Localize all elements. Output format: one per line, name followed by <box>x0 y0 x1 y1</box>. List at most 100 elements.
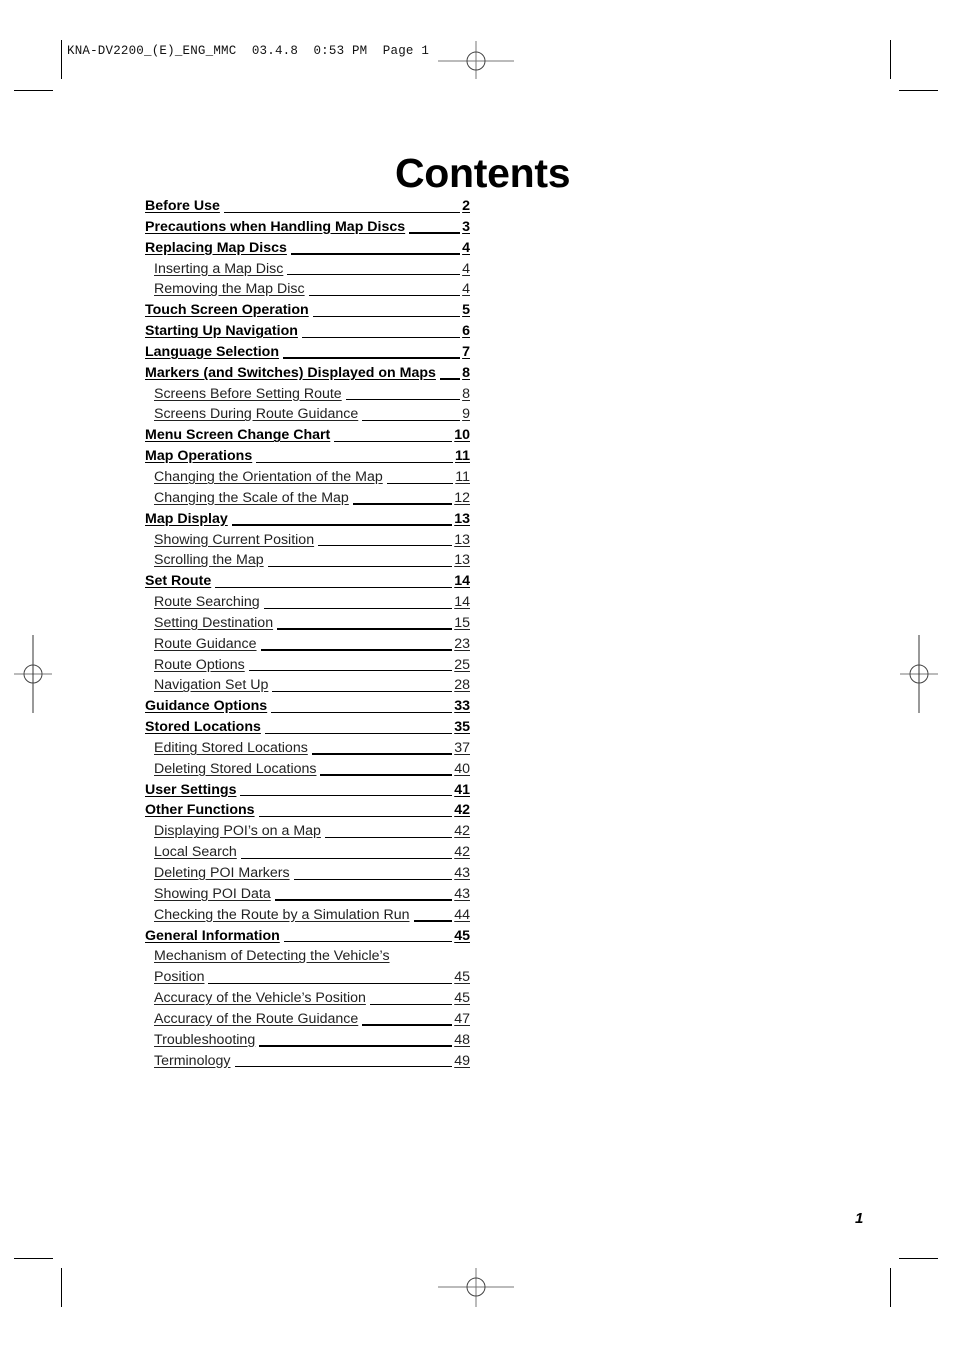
toc-entry-page[interactable]: 25 <box>452 654 470 675</box>
toc-entry-label[interactable]: Map Operations <box>145 446 257 467</box>
toc-subsection[interactable]: Route Guidance 23 <box>145 633 470 655</box>
toc-subsection[interactable]: Route Options 25 <box>145 654 470 676</box>
toc-entry-label[interactable]: Changing the Scale of the Map <box>154 487 353 508</box>
toc-entry-page[interactable]: 45 <box>452 988 470 1009</box>
toc-subsection[interactable]: Showing Current Position 13 <box>145 529 470 551</box>
toc-section[interactable]: Menu Screen Change Chart 10 <box>145 425 470 446</box>
toc-entry-label[interactable]: Showing Current Position <box>154 529 319 550</box>
toc-subsection[interactable]: Accuracy of the Vehicle’s Position 45 <box>145 988 470 1009</box>
toc-subsection[interactable]: Accuracy of the Route Guidance 47 <box>145 1008 470 1030</box>
toc-subsection[interactable]: Deleting Stored Locations 40 <box>145 758 470 780</box>
toc-entry-label[interactable]: Changing the Orientation of the Map <box>154 466 387 487</box>
toc-entry-label[interactable]: Language Selection <box>145 341 284 362</box>
toc-entry-label[interactable]: Guidance Options <box>145 696 272 717</box>
toc-entry-page[interactable]: 37 <box>452 737 470 758</box>
toc-entry-page[interactable]: 47 <box>452 1008 470 1029</box>
toc-entry-label[interactable]: Set Route <box>145 571 216 592</box>
toc-entry-label[interactable]: Deleting POI Markers <box>154 863 294 883</box>
toc-entry-page[interactable]: 14 <box>452 592 470 613</box>
toc-section[interactable]: Language Selection 7 <box>145 341 470 363</box>
toc-entry-page[interactable]: 44 <box>452 904 470 925</box>
toc-section[interactable]: Precautions when Handling Map Discs 3 <box>145 216 470 238</box>
toc-entry-label[interactable]: Route Guidance <box>154 633 261 654</box>
toc-entry-label[interactable]: Setting Destination <box>154 612 278 633</box>
toc-entry-page[interactable]: 8 <box>460 362 470 383</box>
toc-subsection[interactable]: Terminology 49 <box>145 1050 470 1072</box>
toc-section[interactable]: Map Operations 11 <box>145 446 470 467</box>
toc-entry-page[interactable]: 9 <box>460 404 470 425</box>
toc-subsection[interactable]: Local Search 42 <box>145 842 470 863</box>
toc-entry-label[interactable]: Menu Screen Change Chart <box>145 425 335 446</box>
toc-entry-label[interactable]: Removing the Map Disc <box>154 279 309 300</box>
toc-entry-page[interactable]: 45 <box>452 967 470 988</box>
toc-entry-page[interactable]: 4 <box>460 279 470 300</box>
toc-subsection[interactable]: Setting Destination 15 <box>145 612 470 634</box>
toc-subsection[interactable]: Editing Stored Locations 37 <box>145 737 470 759</box>
toc-entry-label[interactable]: Before Use <box>145 196 224 216</box>
toc-subsection[interactable]: Changing the Scale of the Map 12 <box>145 487 470 509</box>
toc-entry-label[interactable]: Map Display <box>145 508 232 529</box>
toc-entry-label[interactable]: Inserting a Map Disc <box>154 258 288 279</box>
toc-subsection[interactable]: Troubleshooting 48 <box>145 1029 470 1051</box>
toc-entry-label[interactable]: Scrolling the Map <box>154 550 268 571</box>
toc-entry-page[interactable]: 7 <box>460 341 470 362</box>
toc-entry-label[interactable]: Route Searching <box>154 592 264 613</box>
toc-subsection[interactable]: Scrolling the Map 13 <box>145 550 470 571</box>
toc-subsection[interactable]: Showing POI Data 43 <box>145 883 470 905</box>
toc-section[interactable]: Before Use 2 <box>145 196 470 217</box>
toc-entry-page[interactable]: 4 <box>460 237 470 258</box>
toc-entry-page[interactable]: 10 <box>452 425 470 446</box>
toc-subsection[interactable]: Position 45 <box>145 967 470 988</box>
toc-section[interactable]: User Settings 41 <box>145 779 470 801</box>
toc-entry-label[interactable]: User Settings <box>145 779 241 800</box>
toc-entry-label[interactable]: Screens During Route Guidance <box>154 404 363 425</box>
toc-entry-page[interactable]: 33 <box>452 696 470 717</box>
toc-section[interactable]: Replacing Map Discs 4 <box>145 237 470 259</box>
toc-entry-page[interactable]: 6 <box>460 321 470 342</box>
toc-entry-label[interactable]: Touch Screen Operation <box>145 300 313 321</box>
toc-section[interactable]: Map Display 13 <box>145 508 470 530</box>
toc-subsection[interactable]: Removing the Map Disc 4 <box>145 279 470 300</box>
toc-entry-page[interactable]: 23 <box>452 633 470 654</box>
toc-section[interactable]: Stored Locations 35 <box>145 717 470 738</box>
toc-entry-label[interactable]: Terminology <box>154 1050 235 1071</box>
toc-subsection[interactable]: Deleting POI Markers 43 <box>145 863 470 884</box>
toc-entry-page[interactable]: 35 <box>452 717 470 738</box>
toc-subsection[interactable]: Screens Before Setting Route 8 <box>145 383 470 405</box>
toc-entry-label[interactable]: Showing POI Data <box>154 883 275 904</box>
toc-entry-label[interactable]: Deleting Stored Locations <box>154 758 321 779</box>
toc-subsection[interactable]: Screens During Route Guidance 9 <box>145 404 470 425</box>
toc-entry-page[interactable]: 28 <box>452 675 470 696</box>
toc-entry-page[interactable]: 42 <box>452 800 470 821</box>
toc-subsection[interactable]: Changing the Orientation of the Map 11 <box>145 466 470 488</box>
toc-entry-label[interactable]: Navigation Set Up <box>154 675 273 696</box>
toc-entry-page[interactable]: 11 <box>453 466 470 487</box>
toc-entry-label[interactable]: Accuracy of the Vehicle’s Position <box>154 988 370 1009</box>
toc-entry-page[interactable]: 8 <box>460 383 470 404</box>
toc-entry-label[interactable]: Local Search <box>154 842 241 863</box>
toc-entry-label[interactable]: Position <box>154 967 209 988</box>
toc-entry-label[interactable]: Other Functions <box>145 800 259 821</box>
toc-entry-label[interactable]: Displaying POI’s on a Map <box>154 821 325 842</box>
toc-entry-label[interactable]: Screens Before Setting Route <box>154 383 346 404</box>
toc-entry-page[interactable]: 13 <box>452 508 470 529</box>
toc-entry-page[interactable]: 4 <box>460 258 470 279</box>
toc-entry-page[interactable]: 43 <box>452 863 470 883</box>
toc-section[interactable]: Starting Up Navigation 6 <box>145 321 470 342</box>
toc-subsection[interactable]: Mechanism of Detecting the Vehicle’s <box>145 946 470 967</box>
toc-section[interactable]: Touch Screen Operation 5 <box>145 300 470 321</box>
toc-entry-page[interactable]: 5 <box>460 300 470 321</box>
toc-entry-label[interactable]: Troubleshooting <box>154 1029 260 1050</box>
toc-entry-label[interactable]: General Information <box>145 925 284 946</box>
toc-entry-label[interactable]: Markers (and Switches) Displayed on Maps <box>145 362 440 383</box>
toc-entry-label[interactable]: Route Options <box>154 654 249 675</box>
toc-entry-page[interactable]: 2 <box>460 196 470 216</box>
toc-section[interactable]: Other Functions 42 <box>145 800 470 821</box>
toc-entry-page[interactable]: 13 <box>452 529 470 550</box>
toc-entry-page[interactable]: 15 <box>452 612 470 633</box>
toc-entry-label[interactable]: Stored Locations <box>145 717 265 738</box>
toc-entry-label[interactable]: Starting Up Navigation <box>145 321 302 342</box>
toc-entry-page[interactable]: 42 <box>452 821 470 842</box>
toc-entry-page[interactable]: 12 <box>452 487 470 508</box>
toc-entry-page[interactable]: 48 <box>452 1029 470 1050</box>
